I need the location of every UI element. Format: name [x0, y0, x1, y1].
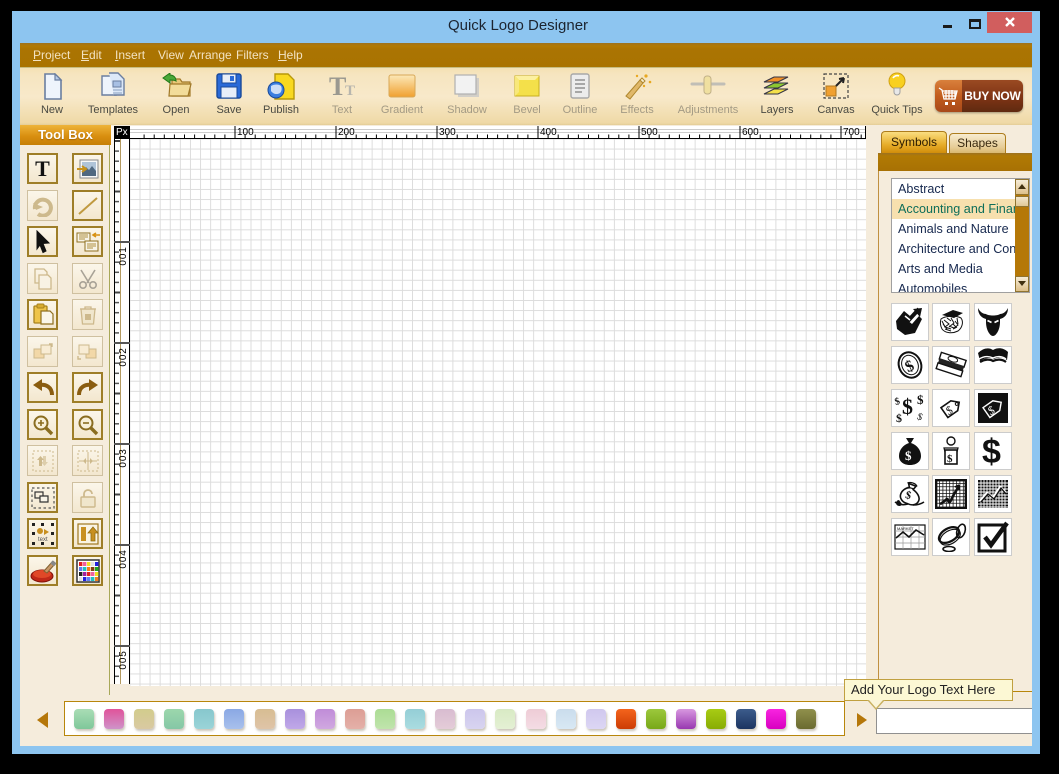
svg-text:$: $ [903, 357, 917, 376]
svg-text:0: 0 [118, 361, 129, 367]
svg-text:T: T [329, 73, 346, 99]
svg-text:text: text [38, 537, 48, 543]
svg-text:3: 3 [118, 449, 129, 455]
svg-text:2: 2 [118, 348, 129, 354]
svg-text:$: $ [943, 403, 956, 418]
svg-text:0: 0 [118, 455, 129, 461]
svg-text:0: 0 [118, 556, 129, 562]
svg-text:$: $ [982, 435, 1001, 467]
svg-text:$: $ [894, 396, 901, 408]
svg-text:$: $ [915, 411, 923, 423]
svg-text:0: 0 [118, 260, 129, 266]
svg-text:$: $ [947, 453, 953, 465]
svg-text:$: $ [904, 489, 913, 502]
svg-text:MARKET: MARKET [897, 526, 914, 531]
svg-text:5: 5 [118, 651, 129, 657]
svg-text:$: $ [905, 448, 912, 463]
svg-text:0: 0 [118, 354, 129, 360]
svg-text:4: 4 [118, 550, 129, 556]
svg-text:0: 0 [118, 664, 129, 670]
svg-text:$: $ [917, 392, 924, 407]
svg-text:$: $ [896, 411, 902, 424]
svg-text:$: $ [902, 394, 913, 419]
svg-text:0: 0 [118, 563, 129, 569]
svg-text:1: 1 [118, 247, 129, 253]
svg-text:T: T [345, 83, 355, 99]
svg-text:0: 0 [118, 657, 129, 663]
svg-text:0: 0 [118, 253, 129, 259]
svg-text:0: 0 [118, 462, 129, 468]
